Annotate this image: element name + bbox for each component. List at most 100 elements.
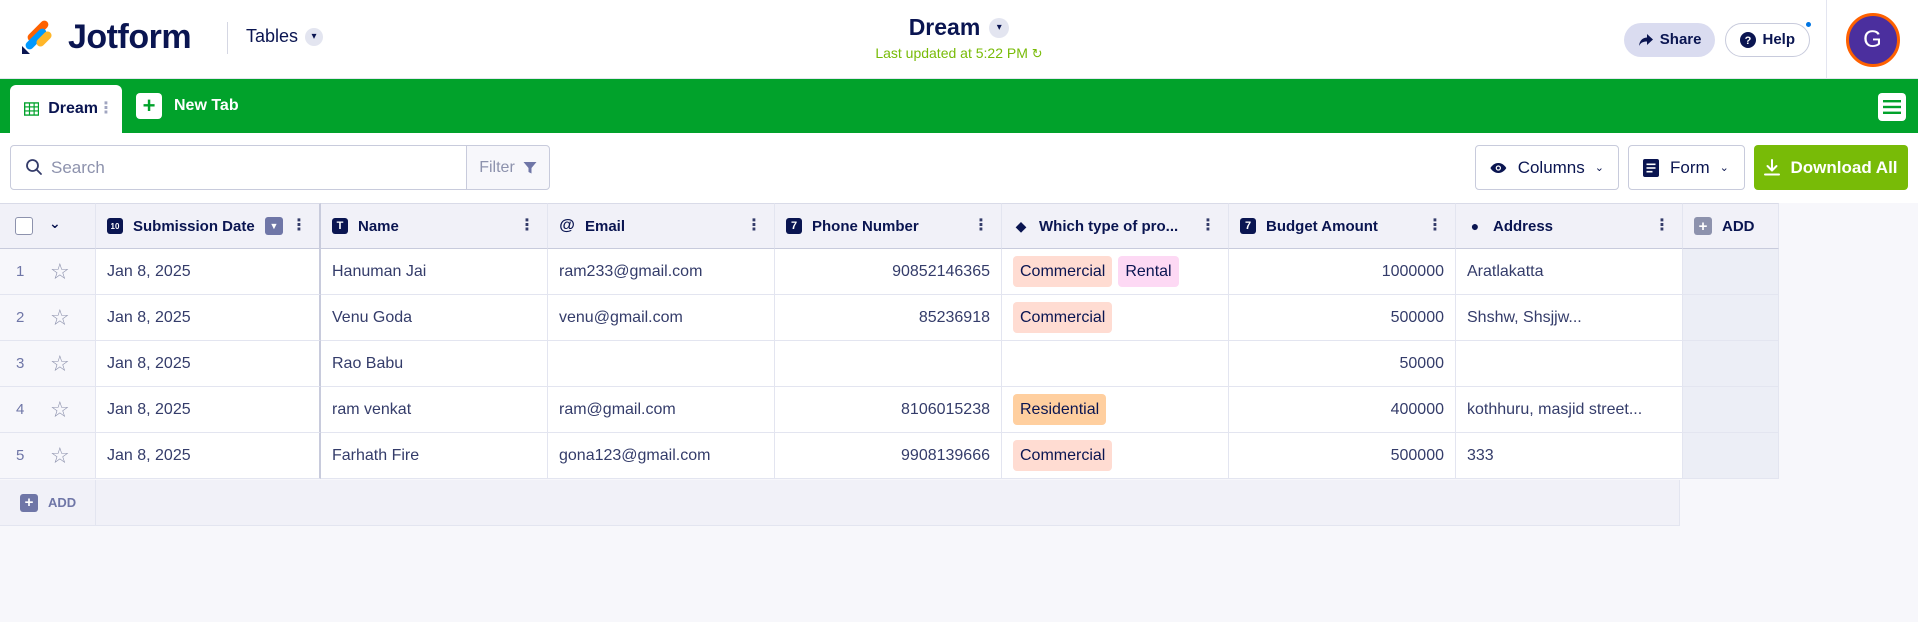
column-header-label: Address bbox=[1493, 217, 1554, 235]
cell-address[interactable]: 333 bbox=[1456, 433, 1683, 479]
cell-email[interactable]: ram@gmail.com bbox=[548, 387, 775, 433]
form-button[interactable]: Form ⌄ bbox=[1628, 145, 1745, 190]
star-icon[interactable]: ☆ bbox=[50, 259, 70, 285]
cell-date[interactable]: Jan 8, 2025 bbox=[96, 295, 321, 341]
cell-address[interactable]: Shshw, Shsjjw... bbox=[1456, 295, 1683, 341]
cell-email[interactable]: venu@gmail.com bbox=[548, 295, 775, 341]
column-options-icon[interactable]: ⋮ bbox=[1200, 218, 1216, 234]
star-icon[interactable]: ☆ bbox=[50, 351, 70, 377]
column-header-label: Phone Number bbox=[812, 217, 919, 235]
column-header-label: Which type of pro... bbox=[1039, 217, 1179, 235]
column-options-icon[interactable]: ⋮ bbox=[519, 218, 535, 234]
column-options-icon[interactable]: ⋮ bbox=[973, 218, 989, 234]
download-all-button[interactable]: Download All bbox=[1754, 145, 1908, 190]
cell-value: Rao Babu bbox=[332, 354, 404, 372]
cell-date[interactable]: Jan 8, 2025 bbox=[96, 249, 321, 295]
column-options-icon[interactable]: ⋮ bbox=[1427, 218, 1443, 234]
select-all-checkbox[interactable] bbox=[15, 217, 33, 235]
cell-budget[interactable]: 500000 bbox=[1229, 295, 1456, 341]
filter-label: Filter bbox=[479, 158, 515, 176]
cell-name[interactable]: Rao Babu bbox=[321, 341, 548, 387]
columns-button[interactable]: Columns ⌄ bbox=[1475, 145, 1619, 190]
cell-value: ram@gmail.com bbox=[559, 400, 676, 418]
column-header[interactable]: 7 Budget Amount ⋮ bbox=[1229, 203, 1456, 249]
new-tab-button[interactable]: + New Tab bbox=[136, 93, 239, 119]
cell-address[interactable]: kothhuru, masjid street... bbox=[1456, 387, 1683, 433]
cell-types[interactable]: Residential bbox=[1002, 387, 1229, 433]
cell-email[interactable] bbox=[548, 341, 775, 387]
column-options-icon[interactable]: ⋮ bbox=[746, 218, 762, 234]
cell-value: Hanuman Jai bbox=[332, 262, 427, 280]
cell-phone[interactable]: 8106015238 bbox=[775, 387, 1002, 433]
plus-icon: + bbox=[136, 93, 162, 119]
cell-budget[interactable]: 400000 bbox=[1229, 387, 1456, 433]
share-icon bbox=[1638, 33, 1653, 46]
cell-value: 50000 bbox=[1399, 354, 1445, 372]
share-button[interactable]: Share bbox=[1623, 22, 1716, 57]
doc-title[interactable]: Dream ▾ bbox=[909, 14, 1010, 41]
column-options-icon[interactable]: ⋮ bbox=[291, 218, 307, 234]
form-label: Form bbox=[1670, 157, 1710, 177]
cell-date[interactable]: Jan 8, 2025 bbox=[96, 387, 321, 433]
search-icon bbox=[26, 159, 42, 175]
cell-address[interactable] bbox=[1456, 341, 1683, 387]
column-header[interactable]: ● Address ⋮ bbox=[1456, 203, 1683, 249]
column-options-icon[interactable]: ⋮ bbox=[1654, 218, 1670, 234]
cell-phone[interactable]: 90852146365 bbox=[775, 249, 1002, 295]
add-column-button[interactable]: + ADD bbox=[1683, 203, 1779, 249]
column-header[interactable]: ◆ Which type of pro... ⋮ bbox=[1002, 203, 1229, 249]
star-icon[interactable]: ☆ bbox=[50, 443, 70, 469]
pin-icon[interactable]: ▼ bbox=[265, 217, 283, 235]
chevron-down-icon[interactable]: ⌄ bbox=[49, 215, 61, 232]
cell-date[interactable]: Jan 8, 2025 bbox=[96, 341, 321, 387]
filter-button[interactable]: Filter bbox=[466, 145, 550, 190]
cell-budget[interactable]: 1000000 bbox=[1229, 249, 1456, 295]
form-icon bbox=[1643, 158, 1659, 177]
search-input[interactable]: Search bbox=[10, 145, 467, 190]
svg-text:?: ? bbox=[1745, 35, 1752, 47]
cell-value: venu@gmail.com bbox=[559, 308, 683, 326]
star-icon[interactable]: ☆ bbox=[50, 305, 70, 331]
cell-phone[interactable] bbox=[775, 341, 1002, 387]
cell-email[interactable]: ram233@gmail.com bbox=[548, 249, 775, 295]
cell-types[interactable] bbox=[1002, 341, 1229, 387]
row-index-cell: 4 ☆ bbox=[0, 387, 96, 433]
column-header[interactable]: T Name ⋮ bbox=[321, 203, 548, 249]
cell-name[interactable]: Venu Goda bbox=[321, 295, 548, 341]
cell-types[interactable]: Commercial Rental bbox=[1002, 249, 1229, 295]
add-row-button[interactable]: + ADD bbox=[0, 480, 96, 526]
jotform-logo[interactable]: Jotform bbox=[20, 18, 192, 57]
tables-menu[interactable]: Tables ▾ bbox=[246, 26, 324, 47]
cell-phone[interactable]: 85236918 bbox=[775, 295, 1002, 341]
help-button[interactable]: ? Help bbox=[1725, 19, 1813, 57]
cell-value: Aratlakatta bbox=[1467, 262, 1544, 280]
cell-name[interactable]: ram venkat bbox=[321, 387, 548, 433]
column-header[interactable]: 10 Submission Date ▼ ⋮ bbox=[96, 203, 321, 249]
cell-address[interactable]: Aratlakatta bbox=[1456, 249, 1683, 295]
cell-name[interactable]: Farhath Fire bbox=[321, 433, 548, 479]
star-icon[interactable]: ☆ bbox=[50, 397, 70, 423]
tab-options-icon[interactable]: ⋮ bbox=[98, 101, 114, 117]
cell-email[interactable]: gona123@gmail.com bbox=[548, 433, 775, 479]
column-header[interactable]: 7 Phone Number ⋮ bbox=[775, 203, 1002, 249]
number-icon: 7 bbox=[1240, 218, 1256, 234]
cell-types[interactable]: Commercial bbox=[1002, 433, 1229, 479]
cell-budget[interactable]: 50000 bbox=[1229, 341, 1456, 387]
avatar[interactable]: G bbox=[1845, 12, 1900, 67]
column-header[interactable]: @ Email ⋮ bbox=[548, 203, 775, 249]
tab-dream[interactable]: Dream ⋮ bbox=[10, 85, 122, 133]
row-index-cell: 2 ☆ bbox=[0, 295, 96, 341]
tag-commercial: Commercial bbox=[1013, 256, 1113, 287]
row-filler bbox=[1683, 341, 1779, 387]
cell-name[interactable]: Hanuman Jai bbox=[321, 249, 548, 295]
cell-phone[interactable]: 9908139666 bbox=[775, 433, 1002, 479]
row-filler bbox=[1683, 387, 1779, 433]
cell-date[interactable]: Jan 8, 2025 bbox=[96, 433, 321, 479]
refresh-icon[interactable]: ↻ bbox=[1032, 46, 1043, 61]
tag-residential: Residential bbox=[1013, 394, 1107, 425]
data-table: ⌄ 10 Submission Date ▼ ⋮ T Name ⋮ @ Email ⋮ 7 Phone … bbox=[0, 203, 1918, 622]
cell-budget[interactable]: 500000 bbox=[1229, 433, 1456, 479]
hamburger-menu-button[interactable] bbox=[1878, 93, 1906, 121]
row-filler bbox=[1683, 433, 1779, 479]
cell-types[interactable]: Commercial bbox=[1002, 295, 1229, 341]
